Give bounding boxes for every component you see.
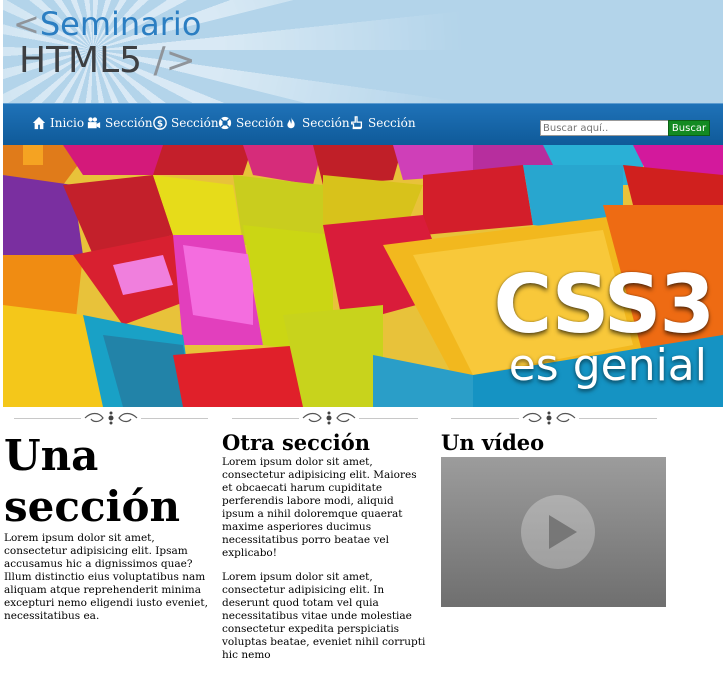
nav-item-seccion-1[interactable]: Sección xyxy=(87,116,153,130)
nav-item-seccion-3[interactable]: Sección xyxy=(218,116,284,130)
section-text: Lorem ipsum dolor sit amet, consectetur … xyxy=(4,532,208,622)
logo-title: Seminario xyxy=(39,5,202,43)
nav-item-seccion-4[interactable]: Sección xyxy=(284,116,350,130)
ornament-divider xyxy=(4,410,218,426)
hand-up-icon xyxy=(351,116,363,130)
video-heading: Un vídeo xyxy=(441,430,545,455)
banner-heading: CSS3 xyxy=(493,258,715,351)
nav-item-seccion-5[interactable]: Sección xyxy=(350,116,416,130)
section-heading: Una sección xyxy=(4,431,181,531)
nav-item-label: Sección xyxy=(302,116,350,130)
banner-subheading: es genial xyxy=(508,340,707,391)
support-icon xyxy=(218,116,232,130)
fire-icon xyxy=(287,116,295,129)
hero-banner: CSS3 es genial xyxy=(3,145,723,407)
search-input[interactable] xyxy=(540,120,670,136)
main-nav: Inicio Sección $ Sección Sección Sección… xyxy=(3,103,723,145)
nav-item-label: Sección xyxy=(236,116,284,130)
search-button[interactable]: Buscar xyxy=(668,120,710,136)
site-logo[interactable]: <Seminario HTML5 /> xyxy=(13,6,201,80)
section-column-3: Un vídeo xyxy=(441,430,667,456)
svg-text:$: $ xyxy=(157,120,163,130)
play-icon xyxy=(549,515,577,549)
video-camera-icon xyxy=(87,117,101,129)
nav-item-label: Sección xyxy=(105,116,153,130)
logo-subtitle: HTML5 xyxy=(19,40,143,81)
logo-bracket-close: /> xyxy=(153,40,196,81)
logo-bracket-open: < xyxy=(13,5,40,43)
dollar-circle-icon: $ xyxy=(153,116,167,130)
ornament-divider xyxy=(222,410,428,426)
section-text: Lorem ipsum dolor sit amet, consectetur … xyxy=(222,571,426,661)
nav-item-label: Sección xyxy=(368,116,416,130)
section-column-1: Una sección Lorem ipsum dolor sit amet, … xyxy=(4,430,218,623)
section-heading: Otra sección xyxy=(222,430,370,455)
home-icon xyxy=(32,116,46,130)
nav-item-inicio[interactable]: Inicio xyxy=(32,116,84,130)
nav-item-label: Sección xyxy=(171,116,219,130)
section-column-2: Otra sección Lorem ipsum dolor sit amet,… xyxy=(222,430,428,673)
section-text: Lorem ipsum dolor sit amet, consectetur … xyxy=(222,456,417,559)
ornament-divider xyxy=(441,410,667,426)
site-header: <Seminario HTML5 /> xyxy=(3,0,723,103)
nav-item-seccion-2[interactable]: $ Sección xyxy=(153,116,219,130)
nav-item-label: Inicio xyxy=(50,116,85,130)
video-player[interactable] xyxy=(441,457,666,607)
